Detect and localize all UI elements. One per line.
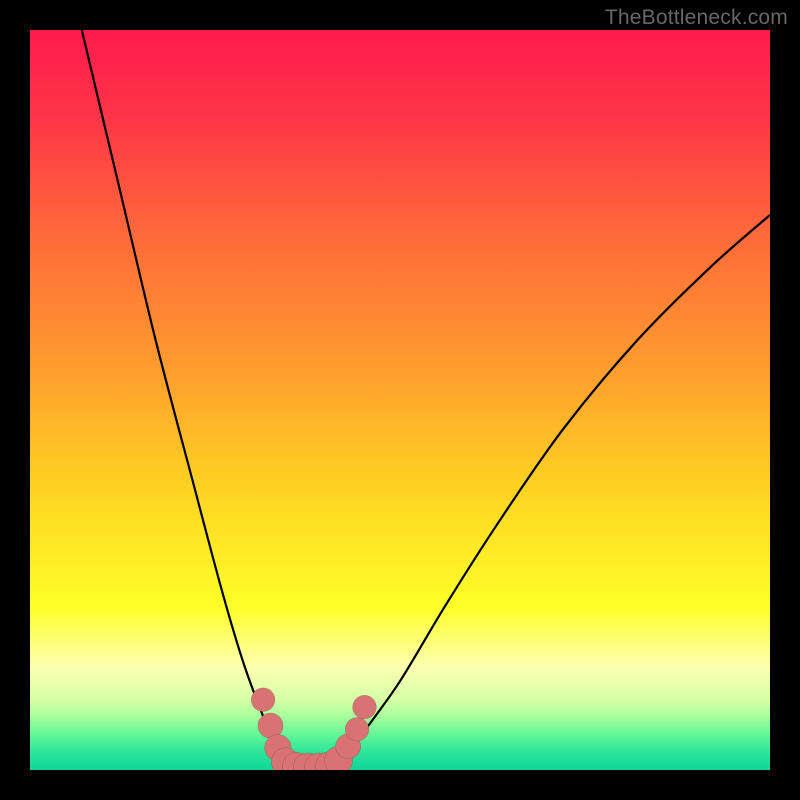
marker-dot bbox=[353, 695, 377, 719]
chart-frame: TheBottleneck.com bbox=[0, 0, 800, 800]
bottleneck-region-markers bbox=[251, 688, 376, 770]
bottleneck-curve-right bbox=[337, 215, 770, 770]
marker-dot bbox=[345, 717, 369, 741]
curve-layer bbox=[30, 30, 770, 770]
watermark-text: TheBottleneck.com bbox=[605, 6, 788, 30]
bottleneck-curve-left bbox=[82, 30, 285, 770]
plot-area bbox=[30, 30, 770, 770]
marker-dot bbox=[251, 688, 275, 712]
